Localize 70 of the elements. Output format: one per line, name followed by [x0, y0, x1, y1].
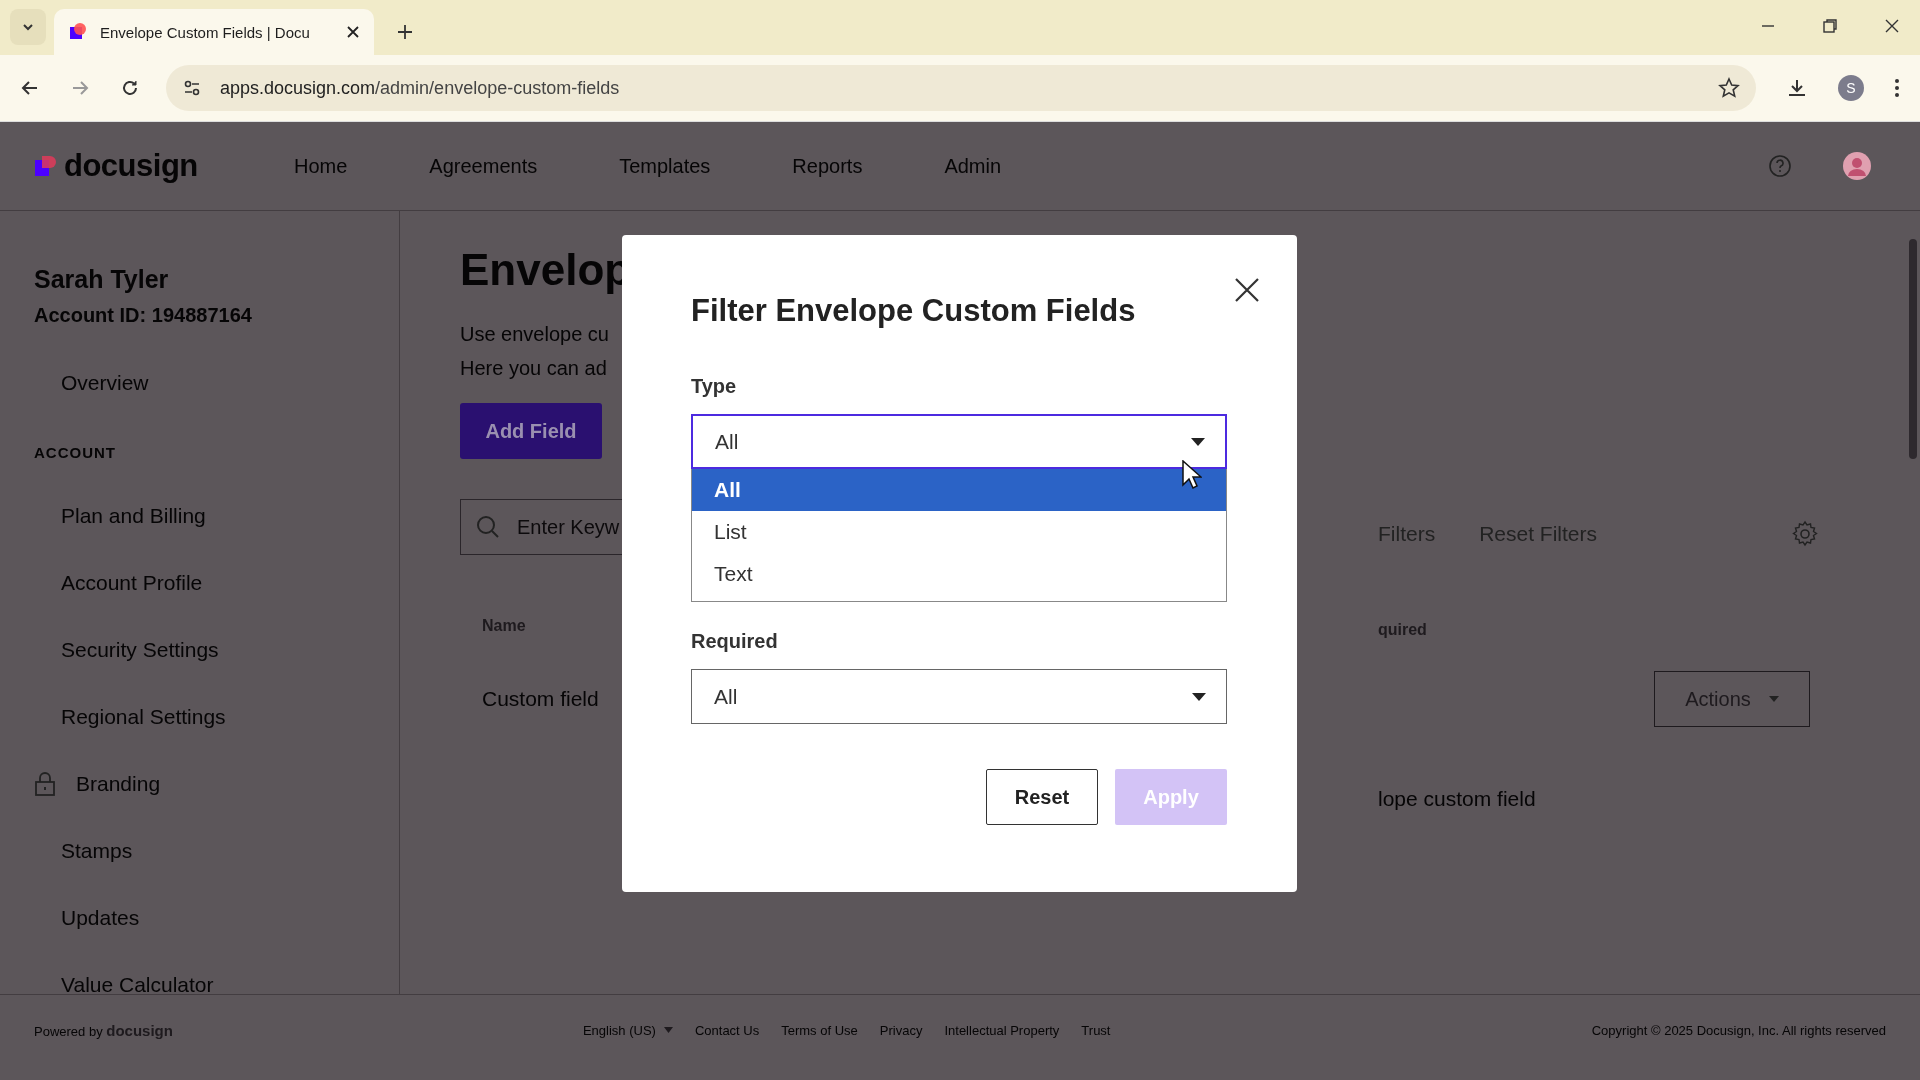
footer-link[interactable]: Privacy	[879, 1022, 923, 1038]
reload-icon[interactable]	[120, 78, 140, 98]
footer-link[interactable]: Trust	[1081, 1022, 1111, 1038]
sidebar-item[interactable]: Account Profile	[61, 570, 203, 595]
section-heading: ACCOUNT	[34, 444, 117, 461]
search-icon	[475, 514, 501, 540]
bookmark-star-icon[interactable]	[1718, 77, 1740, 99]
powered-by-text: Powered by	[34, 1023, 103, 1039]
new-tab-icon[interactable]	[396, 23, 414, 41]
logo-text[interactable]: docusign	[64, 148, 198, 184]
caret-icon	[663, 1027, 673, 1033]
description-text: Use envelope cu	[460, 322, 610, 347]
reset-button[interactable]: Reset	[986, 769, 1098, 825]
download-icon[interactable]	[1786, 77, 1808, 99]
type-select[interactable]: All	[691, 414, 1227, 469]
field-label: Required	[691, 630, 779, 653]
nav-link[interactable]: Admin	[944, 154, 1002, 178]
filters-link[interactable]: Filters	[1378, 522, 1436, 546]
copyright-text: Copyright © 2025 Docusign, Inc. All rights reserved	[1591, 1022, 1886, 1038]
description-text: Here you can ad	[460, 356, 608, 381]
browser-tab[interactable]: Envelope Custom Fields | Docu	[54, 9, 374, 55]
dropdown-option[interactable]: Text	[692, 553, 1226, 595]
lock-icon	[34, 770, 56, 797]
column-header: quired	[1378, 621, 1428, 639]
sidebar-item[interactable]: Plan and Billing	[61, 503, 206, 528]
sidebar-item[interactable]: Overview	[61, 370, 149, 395]
close-window-icon[interactable]	[1884, 18, 1900, 34]
caret-icon	[1192, 692, 1206, 701]
scrollbar-thumb[interactable]	[1909, 239, 1917, 459]
footer-link[interactable]: Terms of Use	[781, 1022, 858, 1038]
nav-link[interactable]: Home	[294, 154, 348, 178]
footer-link[interactable]: Contact Us	[694, 1022, 760, 1038]
required-select[interactable]: All	[691, 669, 1227, 724]
menu-icon[interactable]	[1894, 78, 1900, 98]
language-selector[interactable]: English (US)	[582, 1022, 673, 1038]
sidebar-item[interactable]: Updates	[61, 905, 140, 930]
table-cell-text: Custom field	[482, 687, 600, 711]
caret-icon	[1191, 437, 1205, 446]
close-tab-icon[interactable]	[346, 25, 360, 39]
nav-link[interactable]: Templates	[619, 154, 711, 178]
close-icon[interactable]	[1234, 277, 1260, 303]
docusign-favicon-icon	[68, 22, 88, 42]
sidebar-item[interactable]: Value Calculator	[61, 972, 214, 994]
caret-icon	[1768, 696, 1779, 702]
footer-link[interactable]: Intellectual Property	[944, 1022, 1060, 1038]
avatar-icon[interactable]	[1842, 151, 1872, 181]
sidebar-item[interactable]: Regional Settings	[61, 704, 226, 729]
actions-button[interactable]: Actions	[1654, 671, 1810, 727]
account-id: Account ID: 194887164	[34, 304, 253, 327]
logo-icon	[34, 154, 58, 178]
site-settings-icon[interactable]	[182, 78, 202, 98]
column-header: Name	[482, 617, 527, 635]
nav-link[interactable]: Reports	[792, 154, 863, 178]
field-label: Type	[691, 375, 738, 398]
sidebar-item[interactable]: Security Settings	[61, 637, 219, 662]
sidebar-item[interactable]: Branding	[76, 771, 161, 796]
cursor-icon	[1182, 460, 1202, 490]
add-field-button[interactable]: Add Field	[460, 403, 602, 459]
restore-icon[interactable]	[1822, 18, 1838, 34]
user-name: Sarah Tyler	[34, 265, 170, 294]
dropdown-option[interactable]: List	[692, 511, 1226, 553]
dialog-title: Filter Envelope Custom Fields	[691, 293, 1137, 329]
sidebar-item[interactable]: Stamps	[61, 838, 133, 863]
profile-avatar[interactable]: S	[1838, 75, 1864, 101]
address-field[interactable]: apps.docusign.com/admin/envelope-custom-fields	[166, 65, 1756, 111]
reset-filters-link[interactable]: Reset Filters	[1479, 522, 1598, 546]
nav-link[interactable]: Agreements	[429, 154, 538, 178]
footer-logo: docusign	[106, 1021, 173, 1039]
table-cell: lope custom field	[1378, 787, 1536, 811]
dropdown-option[interactable]: All	[692, 469, 1226, 511]
